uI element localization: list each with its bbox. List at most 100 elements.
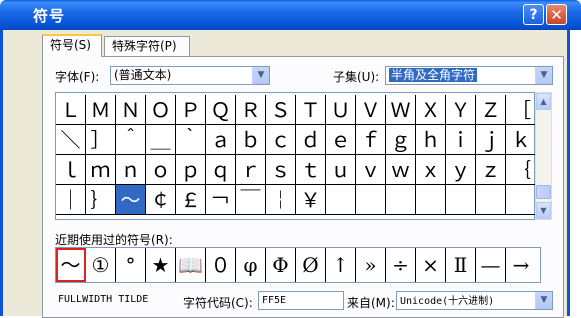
- symbol-cell[interactable]: ｒ: [236, 155, 266, 185]
- recent-symbol-cell[interactable]: →: [506, 248, 536, 282]
- symbol-cell[interactable]: ～: [116, 185, 146, 215]
- symbol-cell[interactable]: ＾: [116, 125, 146, 155]
- symbol-cell[interactable]: ￥: [296, 185, 326, 215]
- symbol-cell[interactable]: ｋ: [506, 125, 536, 155]
- title-bar: 符号 ? ✕: [0, 0, 581, 30]
- char-code-label: 字符代码(C):: [183, 296, 253, 310]
- symbol-cell[interactable]: ｗ: [386, 155, 416, 185]
- symbol-cell[interactable]: ｘ: [416, 155, 446, 185]
- symbol-cell[interactable]: ｇ: [386, 125, 416, 155]
- recent-symbol-cell[interactable]: ★: [146, 248, 176, 282]
- symbol-cell[interactable]: Ｑ: [206, 95, 236, 125]
- symbol-cell[interactable]: ｔ: [296, 155, 326, 185]
- symbol-cell[interactable]: ｆ: [356, 125, 386, 155]
- symbol-cell[interactable]: ［: [506, 95, 536, 125]
- recent-symbol-cell[interactable]: ０: [206, 248, 236, 282]
- symbol-grid: Ｌ Ｍ Ｎ Ｏ Ｐ Ｑ Ｒ Ｓ Ｔ Ｕ Ｖ Ｗ Ｘ Ｙ Ｚ ［ ＼ ］ ＾ ＿ ｀ ａ ｂ ｃ ｄ ｅ ｆ ｇ ｈ ｉ ｊ ｋ ｌ ｍ ｎ ｏ ｐ ｑ ｒ ｓ…: [55, 92, 536, 220]
- symbol-cell[interactable]: ￤: [266, 185, 296, 215]
- symbol-cell[interactable]: ￣: [236, 185, 266, 215]
- symbol-cell[interactable]: ＼: [56, 125, 86, 155]
- window-title: 符号: [33, 7, 66, 25]
- recent-symbol-cell[interactable]: ～: [56, 248, 86, 282]
- symbol-cell[interactable]: Ｘ: [416, 95, 446, 125]
- symbol-cell[interactable]: ｉ: [446, 125, 476, 155]
- recent-symbol-cell[interactable]: ×: [416, 248, 446, 282]
- symbol-cell[interactable]: Ｔ: [296, 95, 326, 125]
- symbol-cell[interactable]: [476, 185, 506, 215]
- font-label: 字体(F):: [55, 70, 100, 84]
- symbol-cell[interactable]: ｜: [56, 185, 86, 215]
- symbol-cell[interactable]: ＿: [146, 125, 176, 155]
- symbol-cell[interactable]: Ｗ: [386, 95, 416, 125]
- tab-special-characters[interactable]: 特殊字符(P): [104, 36, 190, 56]
- recent-symbol-cell[interactable]: Φ: [266, 248, 296, 282]
- scroll-up-icon[interactable]: ▲: [536, 93, 551, 110]
- symbol-cell[interactable]: Ｖ: [356, 95, 386, 125]
- symbol-cell[interactable]: Ｓ: [266, 95, 296, 125]
- symbol-cell[interactable]: ｝: [86, 185, 116, 215]
- symbol-cell[interactable]: ｖ: [356, 155, 386, 185]
- char-code-input[interactable]: FF5E: [258, 291, 344, 310]
- symbol-cell[interactable]: ｐ: [176, 155, 206, 185]
- from-select[interactable]: Unicode(十六进制) ▼: [396, 291, 553, 310]
- symbol-cell[interactable]: Ｍ: [86, 95, 116, 125]
- symbol-cell[interactable]: ｏ: [146, 155, 176, 185]
- symbol-cell[interactable]: ｃ: [266, 125, 296, 155]
- symbol-grid-scrollbar[interactable]: ▲ ▼: [535, 92, 552, 220]
- symbol-cell[interactable]: ｌ: [56, 155, 86, 185]
- symbol-cell[interactable]: Ｏ: [146, 95, 176, 125]
- scroll-down-icon[interactable]: ▼: [536, 202, 551, 219]
- recent-symbol-cell[interactable]: Ø: [296, 248, 326, 282]
- help-button[interactable]: ?: [523, 4, 544, 25]
- symbol-cell[interactable]: Ｙ: [446, 95, 476, 125]
- symbol-cell[interactable]: [416, 185, 446, 215]
- symbol-cell[interactable]: ｚ: [476, 155, 506, 185]
- symbol-cell[interactable]: Ｒ: [236, 95, 266, 125]
- symbol-cell[interactable]: ｄ: [296, 125, 326, 155]
- subset-select[interactable]: 半角及全角字符 ▼: [385, 66, 553, 85]
- symbol-cell[interactable]: ｛: [506, 155, 536, 185]
- symbol-cell[interactable]: [326, 185, 356, 215]
- symbol-cell[interactable]: Ｕ: [326, 95, 356, 125]
- recent-symbol-cell[interactable]: ↑: [326, 248, 356, 282]
- recent-symbol-cell[interactable]: °: [116, 248, 146, 282]
- symbol-cell[interactable]: [446, 185, 476, 215]
- symbol-cell[interactable]: ｓ: [266, 155, 296, 185]
- recent-symbol-cell[interactable]: Ⅱ: [446, 248, 476, 282]
- symbol-cell[interactable]: ｍ: [86, 155, 116, 185]
- symbol-cell[interactable]: Ｎ: [116, 95, 146, 125]
- symbol-cell[interactable]: ｎ: [116, 155, 146, 185]
- symbol-cell[interactable]: ｂ: [236, 125, 266, 155]
- symbol-cell[interactable]: ｙ: [446, 155, 476, 185]
- chevron-down-icon[interactable]: ▼: [535, 292, 552, 309]
- symbol-cell[interactable]: [386, 185, 416, 215]
- chevron-down-icon[interactable]: ▼: [252, 67, 269, 84]
- recent-symbol-cell[interactable]: 📖: [176, 248, 206, 282]
- tab-symbols[interactable]: 符号(S): [42, 34, 102, 57]
- symbol-cell[interactable]: [506, 185, 536, 215]
- symbol-cell[interactable]: ｈ: [416, 125, 446, 155]
- symbol-cell[interactable]: ｊ: [476, 125, 506, 155]
- symbol-cell[interactable]: Ｚ: [476, 95, 506, 125]
- recent-symbol-cell[interactable]: ÷: [386, 248, 416, 282]
- recent-symbol-cell[interactable]: φ: [236, 248, 266, 282]
- close-button[interactable]: ✕: [546, 4, 567, 25]
- symbol-cell[interactable]: [356, 185, 386, 215]
- symbol-cell[interactable]: ｅ: [326, 125, 356, 155]
- font-select[interactable]: (普通文本) ▼: [110, 66, 270, 85]
- symbol-cell[interactable]: ａ: [206, 125, 236, 155]
- recent-symbol-cell[interactable]: —: [476, 248, 506, 282]
- symbol-cell[interactable]: ］: [86, 125, 116, 155]
- symbol-cell[interactable]: ｀: [176, 125, 206, 155]
- symbol-cell[interactable]: Ｌ: [56, 95, 86, 125]
- symbol-cell[interactable]: Ｐ: [176, 95, 206, 125]
- scroll-thumb[interactable]: [536, 185, 551, 199]
- symbol-cell[interactable]: ｑ: [206, 155, 236, 185]
- symbol-cell[interactable]: ￠: [146, 185, 176, 215]
- symbol-cell[interactable]: ｕ: [326, 155, 356, 185]
- recent-symbol-cell[interactable]: »: [356, 248, 386, 282]
- recent-symbol-cell[interactable]: ①: [86, 248, 116, 282]
- chevron-down-icon[interactable]: ▼: [535, 67, 552, 84]
- symbol-cell[interactable]: ￡: [176, 185, 206, 215]
- symbol-cell[interactable]: ￢: [206, 185, 236, 215]
